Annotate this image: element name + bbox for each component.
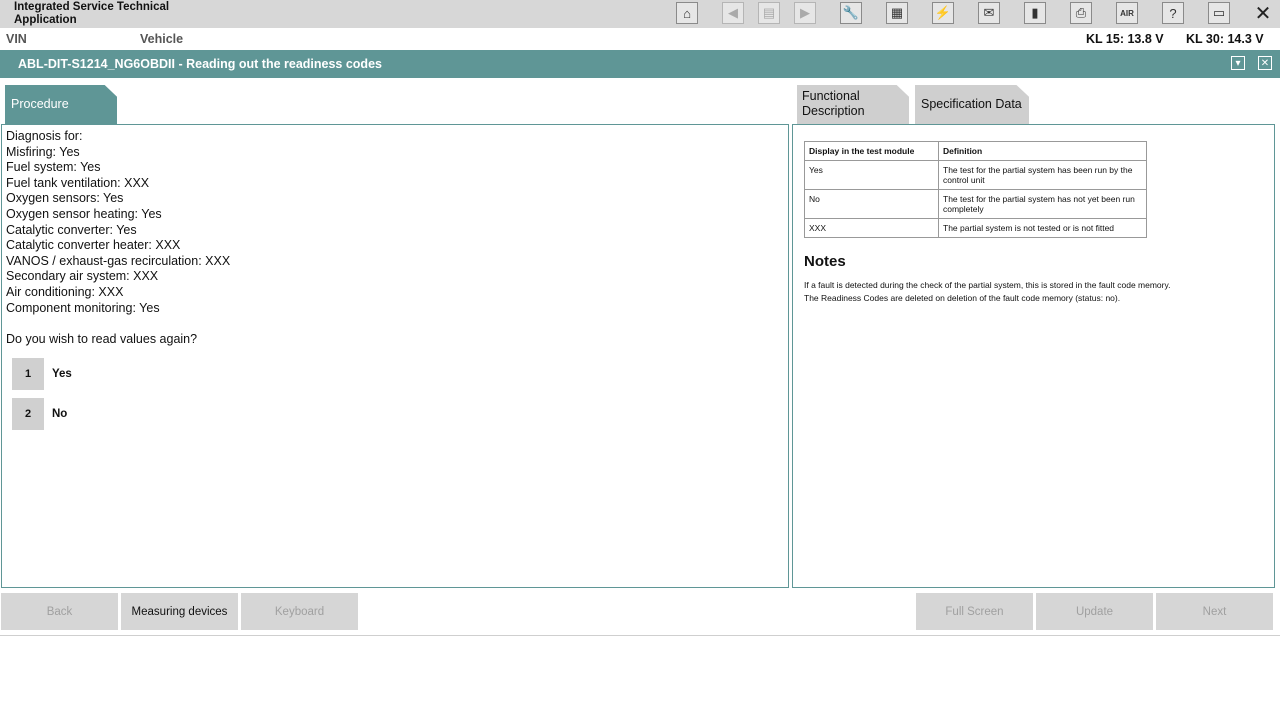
air-icon[interactable]: AIR bbox=[1116, 2, 1138, 24]
diagnosis-line: Diagnosis for: bbox=[6, 129, 83, 143]
table-cell: The test for the partial system has not … bbox=[938, 189, 1147, 219]
table-row: Yes The test for the partial system has … bbox=[804, 160, 1147, 190]
diagnosis-line: VANOS / exhaust-gas recirculation: XXX bbox=[6, 253, 231, 268]
next-button[interactable]: Next bbox=[1156, 593, 1273, 630]
column-header-display: Display in the test module bbox=[804, 141, 939, 161]
readiness-definition-table: Display in the test module Definition Ye… bbox=[804, 141, 1147, 238]
vehicle-label: Vehicle bbox=[140, 32, 184, 46]
table-cell: The test for the partial system has been… bbox=[938, 160, 1147, 190]
vehicle-info-row: VIN Vehicle KL 15: 13.8 V KL 30: 14.3 V bbox=[0, 28, 1280, 49]
choice-1-button[interactable]: 1 bbox=[12, 358, 44, 390]
test-module-header: ABL-DIT-S1214_NG6OBDII - Reading out the… bbox=[0, 50, 1280, 78]
diagnosis-line: Secondary air system: XXX bbox=[6, 269, 159, 284]
table-header-row: Display in the test module Definition bbox=[804, 141, 1147, 161]
keyboard-button[interactable]: Keyboard bbox=[241, 593, 358, 630]
close-module-icon[interactable]: ✕ bbox=[1258, 56, 1272, 70]
diagnosis-line: Catalytic converter heater: XXX bbox=[6, 238, 181, 253]
test-module-title: ABL-DIT-S1214_NG6OBDII - Reading out the… bbox=[18, 57, 382, 71]
note-line: The Readiness Codes are deleted on delet… bbox=[804, 292, 1121, 303]
diagnosis-line: Oxygen sensors: Yes bbox=[6, 191, 124, 206]
connection-icon[interactable]: ⚡ bbox=[932, 2, 954, 24]
app-title: Integrated Service Technical Application bbox=[14, 1, 170, 26]
printer-icon[interactable]: ⎙ bbox=[1070, 2, 1092, 24]
update-button[interactable]: Update bbox=[1036, 593, 1153, 630]
table-cell: XXX bbox=[804, 218, 939, 238]
battery-icon[interactable]: ▮ bbox=[1024, 2, 1046, 24]
choice-2-label[interactable]: No bbox=[52, 408, 67, 420]
kl15-voltage: KL 15: 13.8 V bbox=[1086, 32, 1164, 46]
bottom-divider bbox=[0, 635, 1280, 636]
read-again-question: Do you wish to read values again? bbox=[6, 332, 198, 346]
diagnosis-line: Catalytic converter: Yes bbox=[6, 222, 137, 237]
tab-procedure-label: Procedure bbox=[11, 97, 69, 111]
notes-heading: Notes bbox=[804, 253, 846, 270]
specification-panel: Display in the test module Definition Ye… bbox=[792, 124, 1275, 588]
close-app-icon[interactable]: ✕ bbox=[1252, 2, 1274, 25]
column-header-definition: Definition bbox=[938, 141, 1147, 161]
wrench-icon[interactable]: 🔧 bbox=[840, 2, 862, 24]
back-button[interactable]: Back bbox=[1, 593, 118, 630]
title-bar: Integrated Service Technical Application… bbox=[0, 0, 1280, 28]
tab-specification-data[interactable]: Specification Data bbox=[915, 85, 1029, 124]
tab-functional-label-line1: Functional bbox=[802, 89, 860, 103]
note-line: If a fault is detected during the check … bbox=[804, 280, 1171, 290]
mail-icon[interactable]: ✉ bbox=[978, 2, 1000, 24]
diagnosis-line: Component monitoring: Yes bbox=[6, 300, 160, 315]
forward-icon[interactable]: ▶ bbox=[794, 2, 816, 24]
minimize-window-icon[interactable]: ▭ bbox=[1208, 2, 1230, 24]
table-cell: Yes bbox=[804, 160, 939, 190]
table-row: No The test for the partial system has n… bbox=[804, 189, 1147, 219]
choice-1-label[interactable]: Yes bbox=[52, 368, 72, 380]
notes-text: If a fault is detected during the check … bbox=[804, 279, 1170, 304]
table-cell: No bbox=[804, 189, 939, 219]
copy-pages-icon[interactable]: ▤ bbox=[758, 2, 780, 24]
tab-specification-label: Specification Data bbox=[921, 97, 1022, 111]
collapse-icon[interactable]: ▾ bbox=[1231, 56, 1245, 70]
diagnosis-line: Oxygen sensor heating: Yes bbox=[6, 206, 162, 221]
tab-functional-label-line2: Description bbox=[802, 104, 865, 118]
diagnosis-line: Air conditioning: XXX bbox=[6, 284, 124, 299]
procedure-panel: Diagnosis for: Misfiring: Yes Fuel system:… bbox=[1, 124, 789, 588]
table-row: XXX The partial system is not tested or … bbox=[804, 218, 1147, 238]
kl30-voltage: KL 30: 14.3 V bbox=[1186, 32, 1264, 46]
back-icon[interactable]: ◀ bbox=[722, 2, 744, 24]
diagnosis-line: Misfiring: Yes bbox=[6, 144, 80, 159]
diagnosis-line: Fuel system: Yes bbox=[6, 160, 101, 175]
home-icon[interactable]: ⌂ bbox=[676, 2, 698, 24]
tab-functional-description[interactable]: Functional Description bbox=[797, 85, 909, 124]
measuring-devices-button[interactable]: Measuring devices bbox=[121, 593, 238, 630]
vin-label: VIN bbox=[6, 32, 27, 46]
diagnosis-list: Diagnosis for: Misfiring: Yes Fuel system:… bbox=[6, 129, 230, 316]
choice-2-button[interactable]: 2 bbox=[12, 398, 44, 430]
full-screen-button[interactable]: Full Screen bbox=[916, 593, 1033, 630]
document-scan-icon[interactable]: ▦ bbox=[886, 2, 908, 24]
diagnosis-line: Fuel tank ventilation: XXX bbox=[6, 175, 150, 190]
help-icon[interactable]: ? bbox=[1162, 2, 1184, 24]
tab-procedure[interactable]: Procedure bbox=[5, 85, 117, 124]
table-cell: The partial system is not tested or is n… bbox=[938, 218, 1147, 238]
